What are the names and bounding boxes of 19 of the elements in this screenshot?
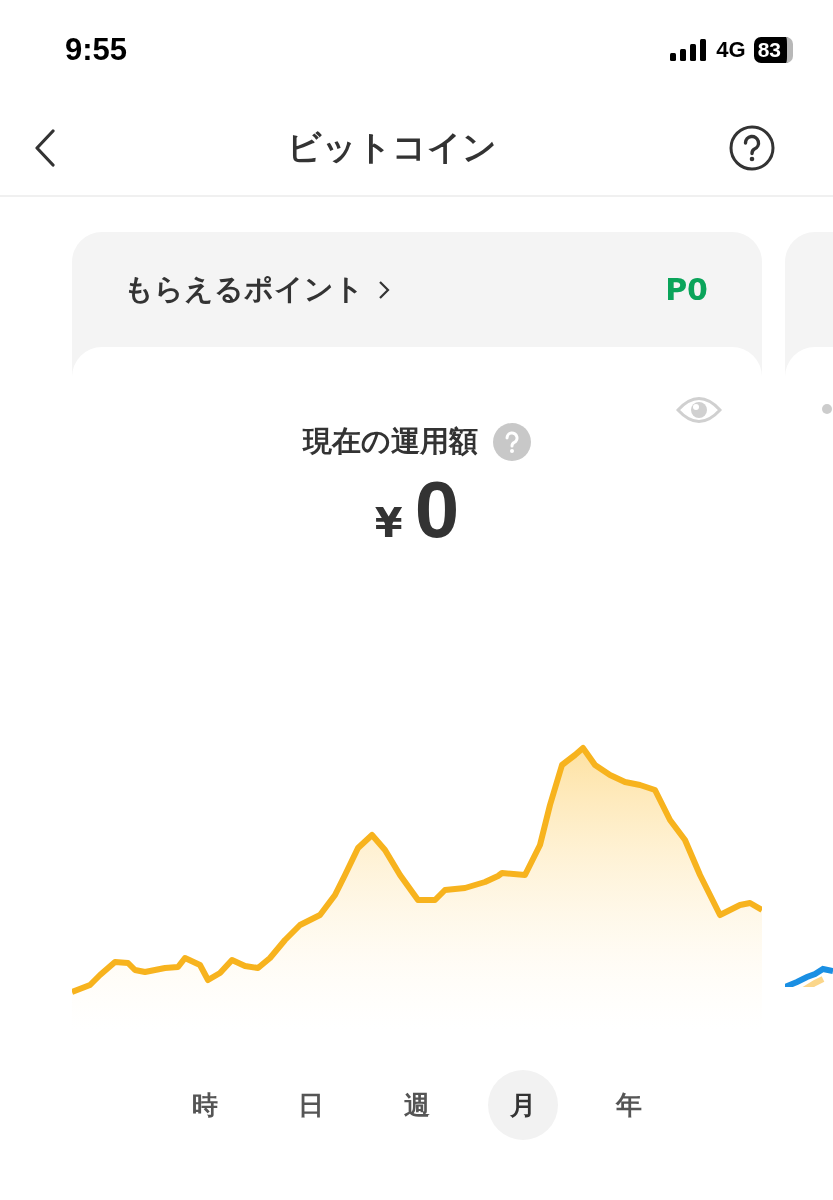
network-label: 4G <box>716 37 746 63</box>
balance-label: 現在の運用額 <box>302 423 478 460</box>
period-tab[interactable]: 月 <box>488 1070 558 1140</box>
currency-symbol: ¥ <box>374 500 403 546</box>
page-title: ビットコイン <box>287 125 497 169</box>
period-tab[interactable]: 週 <box>364 1070 470 1140</box>
signal-icon <box>670 39 709 61</box>
period-tab[interactable]: 時 <box>152 1070 258 1140</box>
status-time: 9:55 <box>65 32 128 68</box>
period-tab[interactable]: 日 <box>258 1070 364 1140</box>
help-icon[interactable] <box>728 123 776 172</box>
back-icon[interactable] <box>34 128 56 167</box>
battery-indicator: 83 <box>753 37 793 63</box>
points-link[interactable]: もらえるポイント <box>124 269 390 310</box>
chevron-right-icon <box>378 279 390 300</box>
balance-amount: 0 <box>414 470 460 550</box>
period-tab[interactable]: 年 <box>576 1070 682 1140</box>
chart-point <box>822 404 832 414</box>
points-value: P0 <box>665 272 708 307</box>
